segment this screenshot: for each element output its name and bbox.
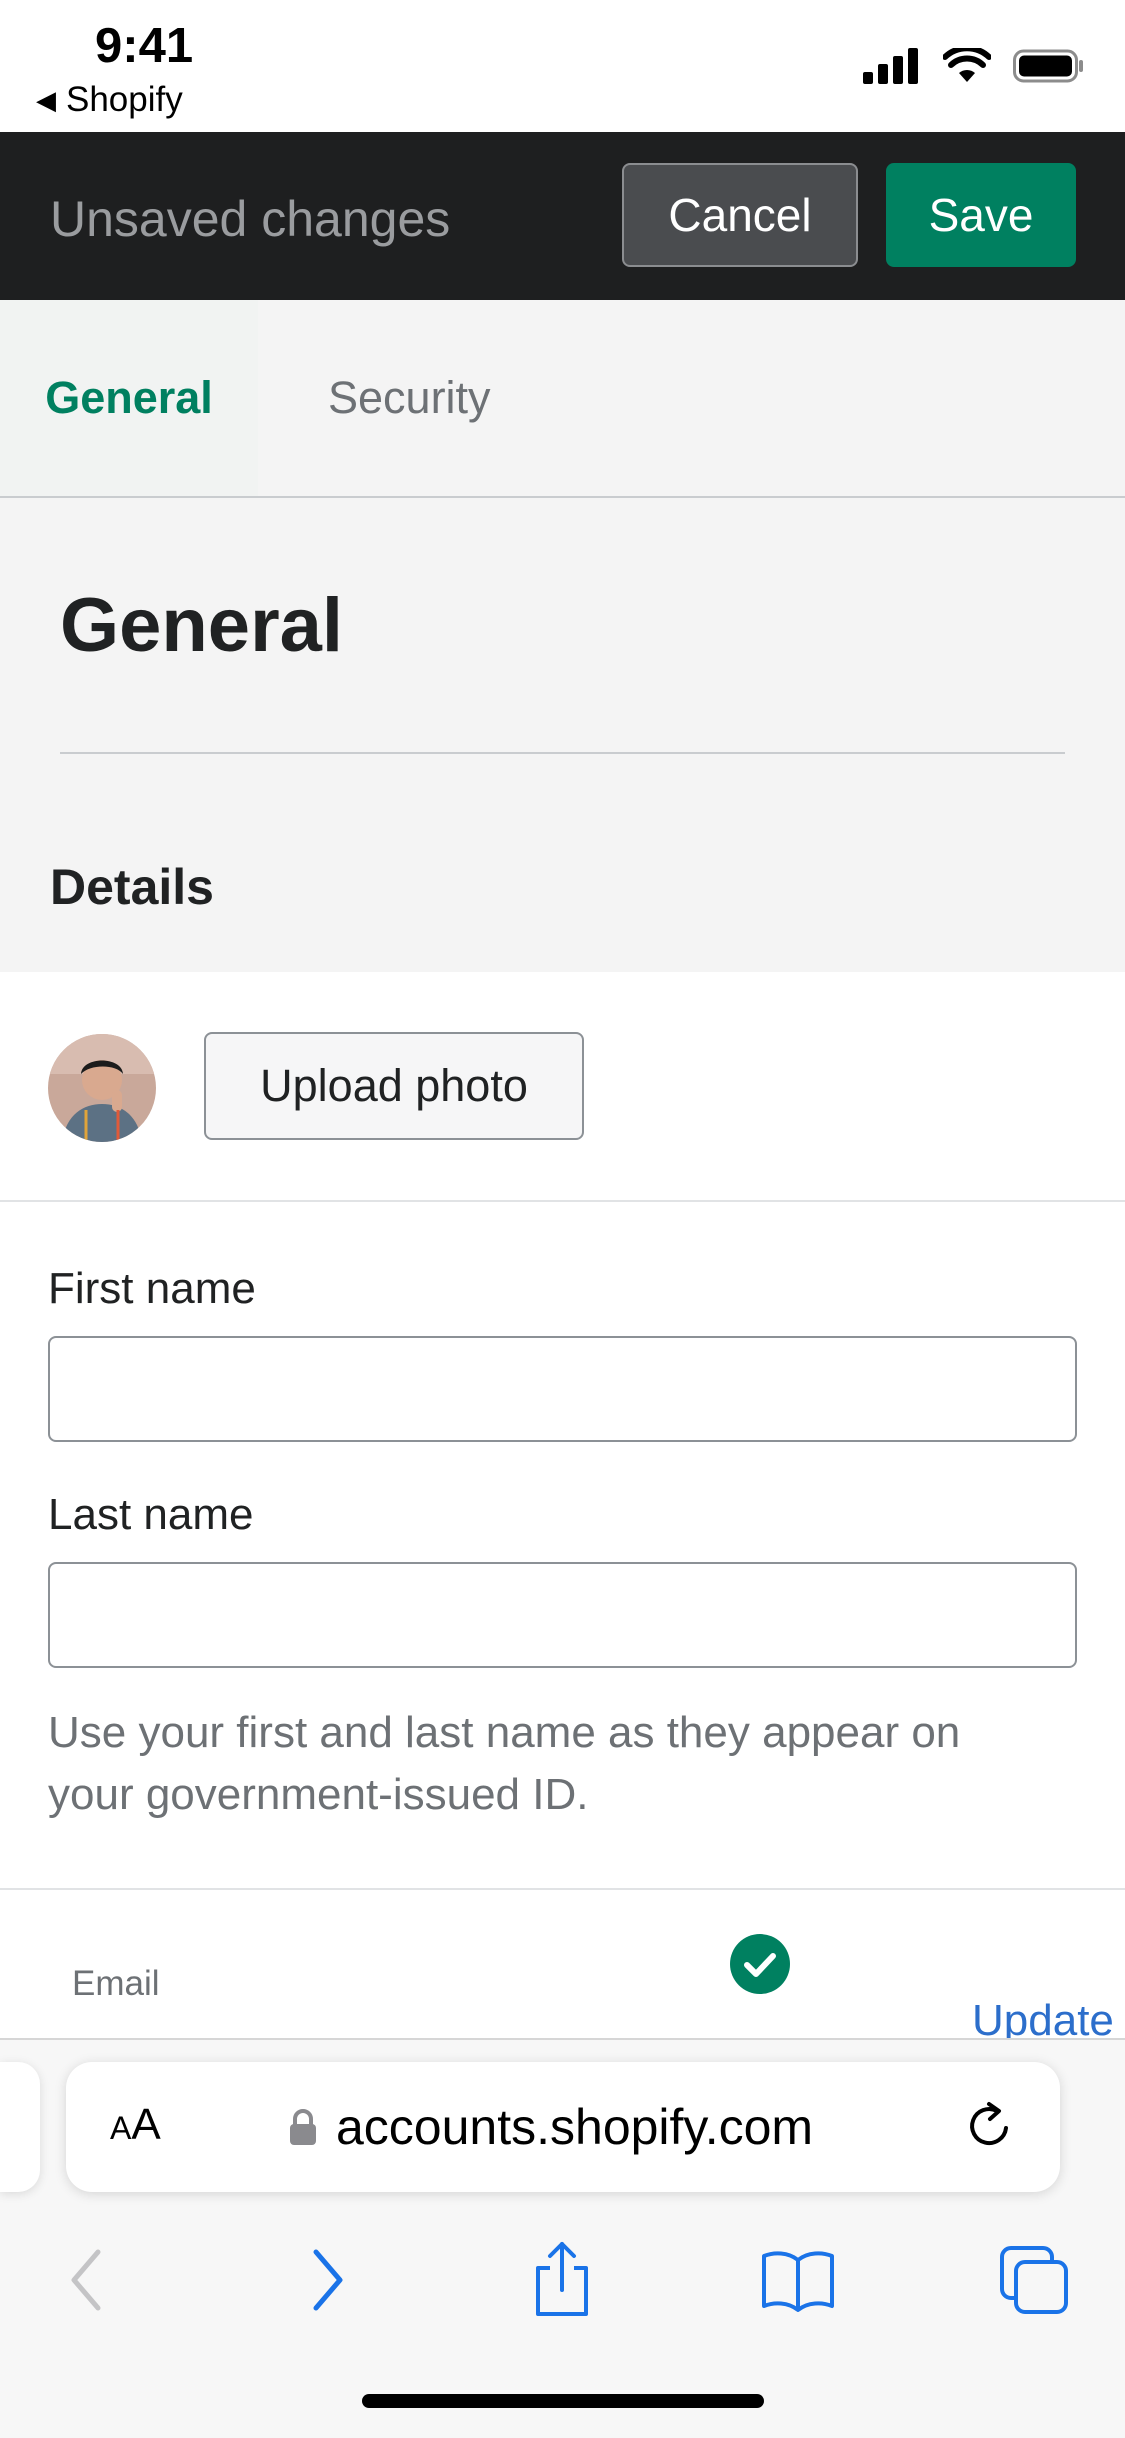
tab-security[interactable]: Security: [328, 300, 491, 496]
contextual-save-bar: Unsaved changes Cancel Save: [0, 132, 1125, 300]
avatar: [48, 1034, 156, 1142]
previous-tab-edge[interactable]: [0, 2062, 40, 2192]
details-card: Upload photo First name Last name Use yo…: [0, 972, 1125, 2045]
email-label: Email: [72, 1964, 160, 2003]
share-button[interactable]: [512, 2230, 612, 2330]
status-time: 9:41: [95, 19, 194, 73]
status-bar: 9:41 ◀ Shopify: [0, 0, 1125, 132]
last-name-input[interactable]: [48, 1562, 1077, 1668]
tab-bar: General Security: [0, 300, 1125, 498]
home-indicator: [362, 2394, 764, 2408]
cellular-signal-icon: [863, 48, 918, 84]
tabs-icon: [1000, 2246, 1068, 2314]
chevron-right-icon: [313, 2249, 343, 2311]
name-help-text: Use your first and last name as they app…: [48, 1708, 961, 1819]
back-app-label: Shopify: [66, 80, 183, 119]
back-to-app-link[interactable]: ◀ Shopify: [36, 80, 183, 120]
page-title: General: [60, 583, 344, 668]
status-icons: [863, 48, 1085, 84]
bookmarks-button[interactable]: [748, 2230, 848, 2330]
text-size-button[interactable]: AA: [110, 2100, 161, 2150]
save-button[interactable]: Save: [886, 163, 1076, 267]
back-triangle-icon: ◀: [36, 84, 56, 115]
tab-general[interactable]: General: [0, 300, 258, 496]
browser-nav-row: [0, 2230, 1125, 2330]
last-name-label: Last name: [48, 1490, 254, 1539]
first-name-label: First name: [48, 1264, 256, 1313]
wifi-icon: [943, 48, 991, 82]
address-bar[interactable]: AA accounts.shopify.com: [66, 2062, 1060, 2192]
card-divider: [0, 1888, 1125, 1890]
reload-icon[interactable]: [960, 2096, 1020, 2156]
tabs-button[interactable]: [984, 2230, 1084, 2330]
verified-check-icon: [730, 1934, 790, 1994]
card-divider: [0, 1200, 1125, 1202]
chevron-left-icon: [71, 2249, 101, 2311]
back-button[interactable]: [36, 2230, 136, 2330]
details-section-title: Details: [50, 859, 214, 915]
battery-icon: [1013, 49, 1083, 83]
share-icon: [536, 2242, 588, 2316]
book-icon: [762, 2251, 834, 2312]
url-area[interactable]: accounts.shopify.com: [288, 2098, 813, 2156]
browser-toolbar: AA accounts.shopify.com: [0, 2038, 1125, 2438]
url-text: accounts.shopify.com: [336, 2099, 814, 2155]
title-divider: [60, 752, 1065, 754]
forward-button[interactable]: [278, 2230, 378, 2330]
upload-photo-button[interactable]: Upload photo: [204, 1032, 584, 1140]
lock-icon: [290, 2109, 316, 2145]
first-name-input[interactable]: [48, 1336, 1077, 1442]
cancel-button[interactable]: Cancel: [622, 163, 858, 267]
unsaved-changes-title: Unsaved changes: [50, 191, 451, 247]
